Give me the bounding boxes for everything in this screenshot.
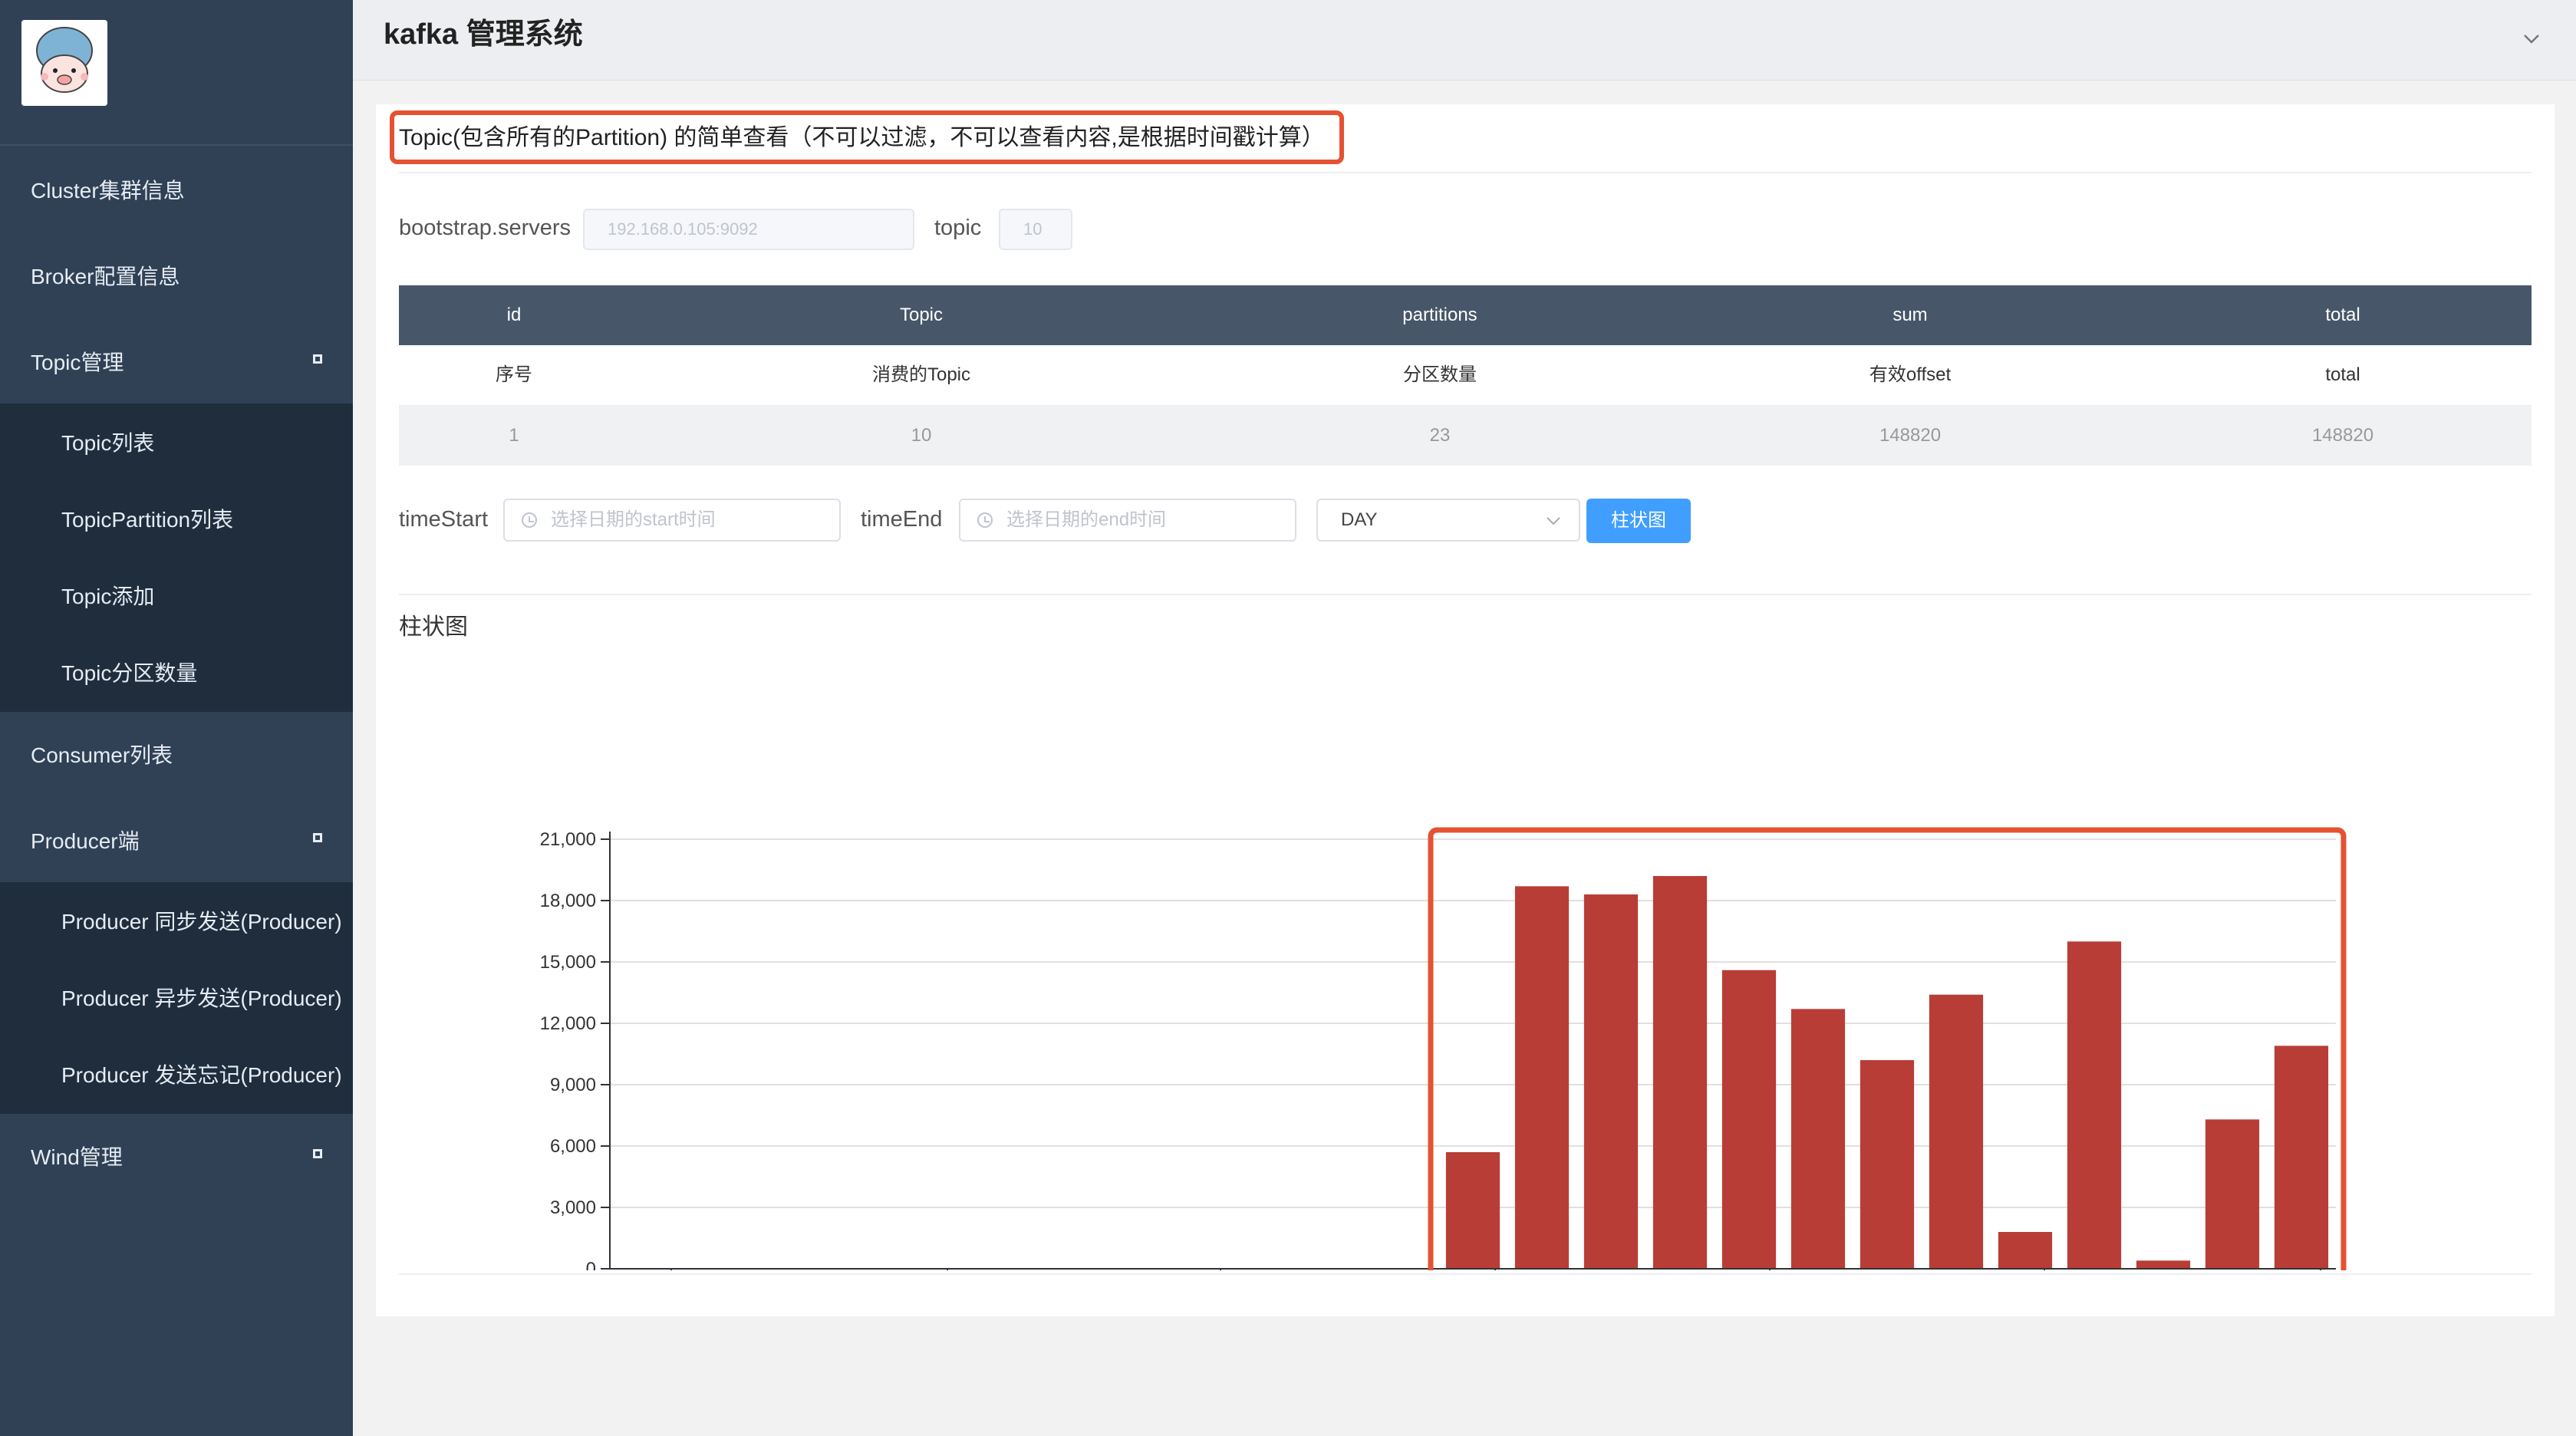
y-tick-label: 0 [586,1259,596,1270]
sidebar-item-label: Wind管理 [31,1145,123,1169]
time-start-label: timeStart [399,507,489,532]
bar [1929,994,1984,1269]
column-header: partitions [1402,305,1477,325]
table-cell: 有效offset [1869,364,1952,385]
bar-chart-button[interactable]: 柱状图 [1586,499,1691,543]
table-row: 序号 消费的Topic 分区数量 有效offset total [399,345,2532,406]
column-header: Topic [899,305,944,325]
bar [1514,886,1570,1269]
sidebar-divider [0,144,353,146]
bar [1860,1060,1915,1269]
y-tick-label: 9,000 [550,1075,596,1095]
bar [1790,1009,1846,1269]
bar-chart: 0 3,000 6,000 9,000 12,000 15,000 18,000 21,000… [540,827,2347,1270]
bar [2205,1119,2260,1269]
table-cell: 分区数量 [1403,364,1477,385]
sidebar-item-topicpartition-list[interactable]: TopicPartition列表 [0,482,353,558]
sidebar-item-producer-sync[interactable]: Producer 同步发送(Producer) [0,884,353,960]
sidebar-item-broker[interactable]: Broker配置信息 [0,235,353,319]
granularity-select[interactable]: DAY [1316,499,1580,542]
y-tick-label: 3,000 [550,1197,596,1218]
submenu-toggle-icon[interactable] [313,354,322,364]
table-cell: 148820 [1879,425,1942,446]
chevron-down-icon [1547,517,1560,525]
divider [399,172,2532,173]
table-cell: 148820 [2311,425,2374,446]
sidebar-item-label: Topic列表 [61,431,155,455]
time-end-placeholder: 选择日期的end时间 [1006,509,1167,530]
avatar-logo [21,20,107,106]
sidebar-item-topic-partition-count[interactable]: Topic分区数量 [0,635,353,712]
table-cell: 消费的Topic [871,364,971,385]
sidebar-item-topic-management[interactable]: Topic管理 [0,321,353,405]
chart-bars [1445,876,2329,1269]
main-card: Topic(包含所有的Partition) 的简单查看（不可以过滤，不可以查看内… [376,104,2555,1316]
table-cell: total [2325,364,2360,385]
sidebar-item-topic-add[interactable]: Topic添加 [0,558,353,635]
time-end-label: timeEnd [861,507,943,532]
sidebar-item-label: Producer 异步发送(Producer) [61,986,342,1010]
bar [2067,941,2122,1269]
app-title: kafka 管理系统 [384,18,583,51]
bar [1721,970,1777,1269]
y-tick-label: 12,000 [540,1013,596,1034]
sidebar: Cluster集群信息 Broker配置信息 Topic管理 Topic列表 T… [0,0,353,1436]
bar [1998,1232,2053,1269]
sidebar-item-producer[interactable]: Producer端 [0,799,353,884]
y-tick-label: 15,000 [540,952,596,973]
chart-heading: 柱状图 [399,614,468,640]
sidebar-item-producer-async[interactable]: Producer 异步发送(Producer) [0,960,353,1037]
sidebar-item-producer-fire-forget[interactable]: Producer 发送忘记(Producer) [0,1037,353,1114]
bar [1583,894,1639,1269]
time-end-picker[interactable]: 选择日期的end时间 [959,499,1296,542]
sidebar-item-cluster[interactable]: Cluster集群信息 [0,149,353,233]
sidebar-item-label: Consumer列表 [31,743,173,767]
topic-label: topic [934,216,982,240]
time-start-picker[interactable]: 选择日期的start时间 [503,499,841,542]
granularity-value: DAY [1341,509,1378,530]
servers-input[interactable]: 192.168.0.105:9092 [583,209,914,250]
y-tick-label: 18,000 [540,891,596,911]
sidebar-item-label: TopicPartition列表 [61,508,234,532]
sidebar-item-label: Producer端 [31,829,140,853]
submenu-toggle-icon[interactable] [313,833,322,842]
page-title: Topic(包含所有的Partition) 的简单查看（不可以过滤，不可以查看内… [399,125,1325,150]
y-tick-label: 6,000 [550,1136,596,1157]
bar [2274,1046,2329,1269]
sidebar-item-topic-list[interactable]: Topic列表 [0,405,353,482]
submenu-toggle-icon[interactable] [313,1149,322,1158]
table-cell: 序号 [496,364,532,385]
top-header: kafka 管理系统 [353,0,2576,81]
table-header-row: id Topic partitions sum total [399,285,2532,345]
divider [399,1273,2532,1275]
y-tick-label: 21,000 [540,829,596,850]
sidebar-item-consumer-list[interactable]: Consumer列表 [0,713,353,798]
topic-input[interactable]: 10 [999,209,1072,250]
bar [1652,876,1708,1269]
clock-icon [522,512,537,528]
column-header: sum [1892,305,1928,325]
clock-icon [977,512,993,528]
sidebar-item-label: Topic分区数量 [61,661,198,685]
table-cell: 1 [509,425,519,446]
divider [399,594,2532,595]
table-cell: 10 [911,425,932,446]
sidebar-item-label: Cluster集群信息 [31,179,185,203]
chevron-down-icon[interactable] [2522,29,2541,48]
bar [2136,1260,2191,1269]
sidebar-item-label: Topic管理 [31,351,124,374]
column-header: id [506,305,522,325]
sidebar-item-label: Topic添加 [61,585,155,608]
servers-label: bootstrap.servers [399,216,572,240]
table-row: 1 10 23 148820 148820 [399,406,2532,466]
summary-table: id Topic partitions sum total 序号 消费的Topi… [399,285,2532,466]
sidebar-item-label: Producer 发送忘记(Producer) [61,1063,342,1087]
bar [1445,1152,1500,1269]
sidebar-item-wind-management[interactable]: Wind管理 [0,1115,353,1200]
time-start-placeholder: 选择日期的start时间 [551,509,716,530]
sidebar-item-label: Producer 同步发送(Producer) [61,910,342,934]
table-cell: 23 [1429,425,1451,446]
sidebar-item-label: Broker配置信息 [31,265,180,288]
column-header: total [2325,305,2360,325]
